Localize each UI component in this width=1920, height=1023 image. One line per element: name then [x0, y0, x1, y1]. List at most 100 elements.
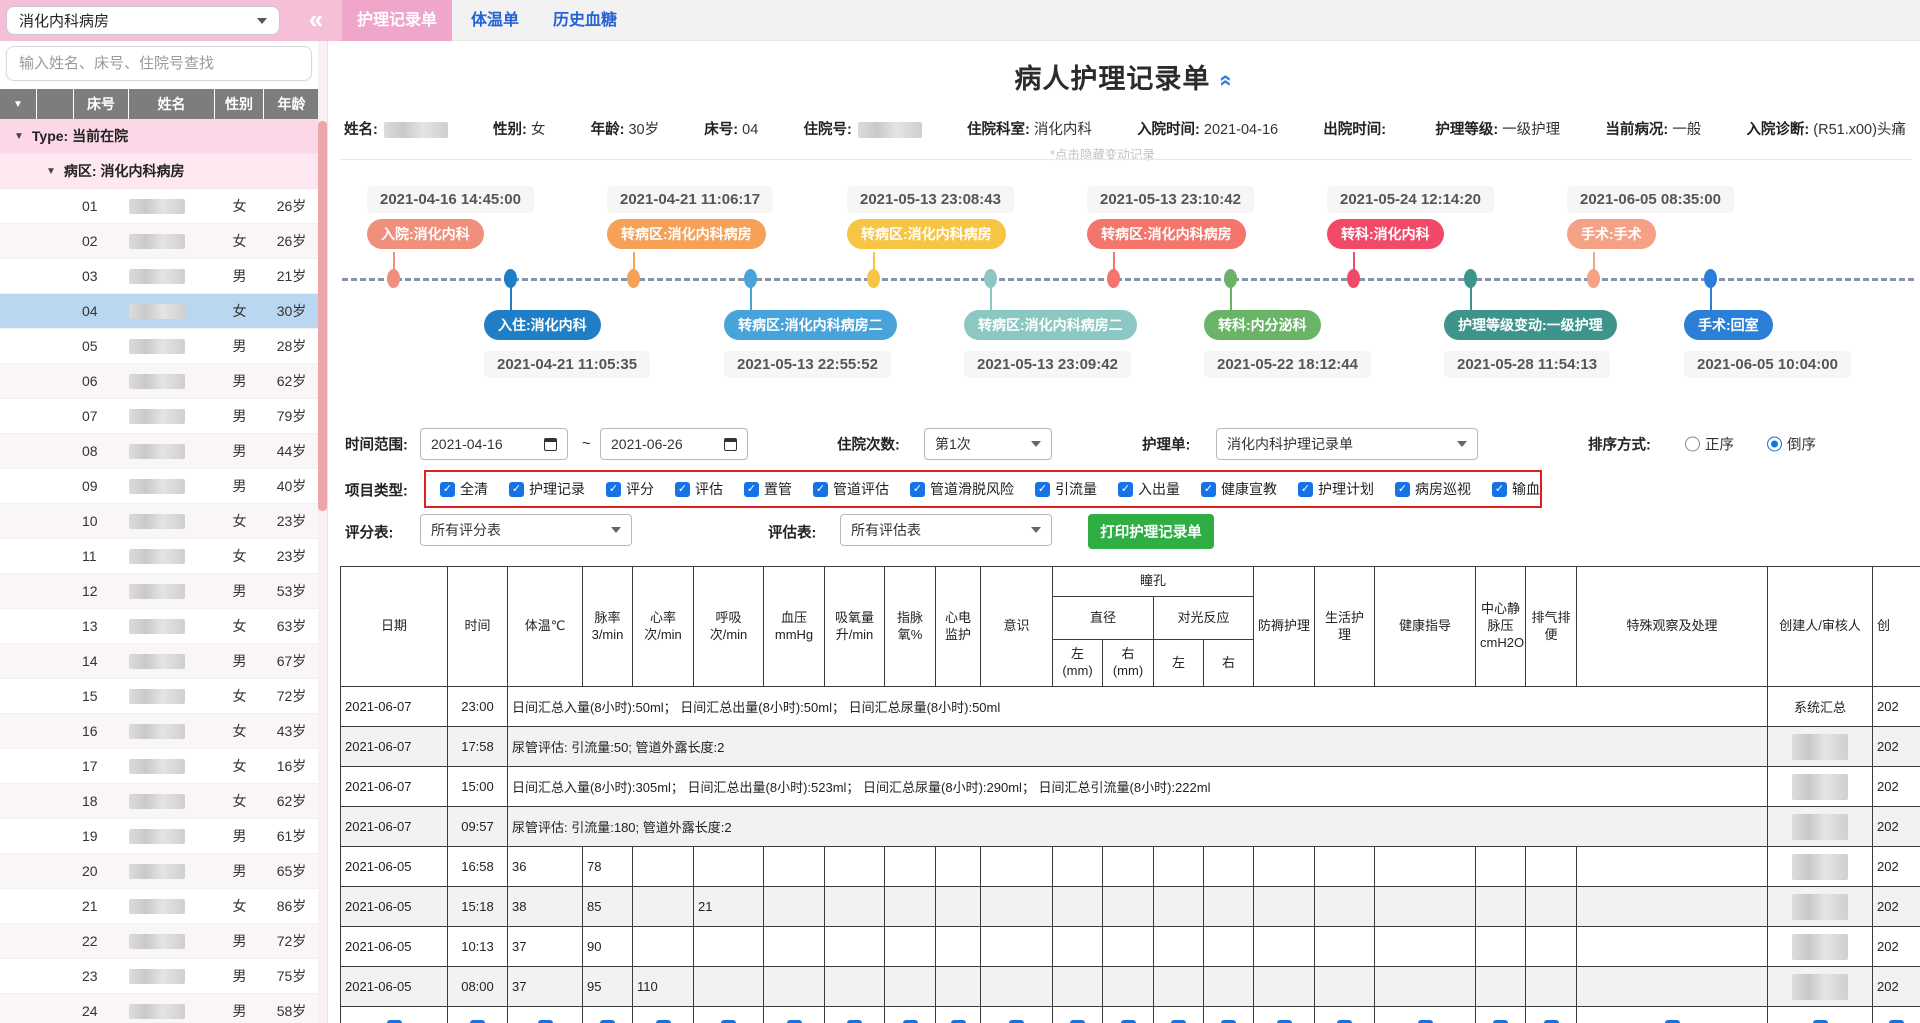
timeline-event-badge[interactable]: 转科:内分泌科 [1204, 310, 1321, 340]
patient-row[interactable]: 09男40岁 [0, 469, 319, 504]
sheet-select[interactable]: 消化内科护理记录单 [1216, 428, 1478, 460]
search-input[interactable] [6, 46, 312, 81]
patient-row[interactable]: 01女26岁 [0, 189, 319, 224]
patient-row[interactable]: 14男67岁 [0, 644, 319, 679]
calendar-icon[interactable] [544, 438, 557, 451]
patient-row[interactable]: 18女62岁 [0, 784, 319, 819]
patient-name-blurred [129, 268, 215, 285]
patient-row[interactable]: 07男79岁 [0, 399, 319, 434]
checkbox-checked-icon[interactable]: ✓ [1298, 482, 1313, 497]
patient-name-blurred [129, 723, 215, 740]
sidebar-scrollbar-thumb[interactable] [318, 121, 327, 511]
patient-row[interactable]: 23男75岁 [0, 959, 319, 994]
item-type-checkbox[interactable]: ✓护理计划 [1298, 479, 1374, 499]
checkbox-checked-icon[interactable]: ✓ [1035, 482, 1050, 497]
filter-column-header[interactable]: ▼ [0, 89, 37, 119]
checkbox-checked-icon[interactable]: ✓ [1118, 482, 1133, 497]
patient-row[interactable]: 16女43岁 [0, 714, 319, 749]
tab-blood-glucose-history[interactable]: 历史血糖 [545, 0, 625, 41]
patient-row[interactable]: 10女23岁 [0, 504, 319, 539]
score-select[interactable]: 所有评分表 [420, 514, 632, 546]
assess-select[interactable]: 所有评估表 [840, 514, 1052, 546]
patient-row[interactable]: 21女86岁 [0, 889, 319, 924]
patient-row[interactable]: 04女30岁 [0, 294, 319, 329]
col-special: 特殊观察及处理 [1577, 567, 1768, 687]
sort-desc-radio[interactable]: 倒序 [1767, 434, 1816, 455]
patient-row[interactable]: 15女72岁 [0, 679, 319, 714]
timeline-event-badge[interactable]: 转科:消化内科 [1327, 219, 1444, 249]
item-type-checkbox[interactable]: ✓管道评估 [813, 479, 889, 499]
checkbox-checked-icon[interactable]: ✓ [813, 482, 828, 497]
calendar-icon[interactable] [724, 438, 737, 451]
patient-row[interactable]: 12男53岁 [0, 574, 319, 609]
timeline-event-badge[interactable]: 入院:消化内科 [367, 219, 484, 249]
date-to-input[interactable]: 2021-06-26 [600, 428, 748, 460]
timeline-event-badge[interactable]: 转病区:消化内科病房二 [724, 310, 897, 340]
print-record-button[interactable]: 打印护理记录单 [1088, 514, 1214, 549]
timeline-event-badge[interactable]: 转病区:消化内科病房二 [964, 310, 1137, 340]
tab-nursing-record[interactable]: 护理记录单 [342, 0, 452, 41]
patient-row[interactable]: 11女23岁 [0, 539, 319, 574]
timeline-event-badge[interactable]: 手术:回室 [1684, 310, 1773, 340]
date-from-input[interactable]: 2021-04-16 [420, 428, 568, 460]
item-type-checkbox[interactable]: ✓评分 [606, 479, 654, 499]
item-type-checkbox[interactable]: ✓健康宣教 [1201, 479, 1277, 499]
item-type-checkbox[interactable]: ✓评估 [675, 479, 723, 499]
checkbox-checked-icon[interactable]: ✓ [509, 482, 524, 497]
timeline-event-badge[interactable]: 转病区:消化内科病房 [1087, 219, 1246, 249]
patient-gender: 男 [215, 266, 264, 286]
checkbox-checked-icon[interactable]: ✓ [910, 482, 925, 497]
patient-name-blurred [129, 1003, 215, 1020]
sort-asc-radio[interactable]: 正序 [1685, 434, 1734, 455]
item-type-checkbox[interactable]: ✓病房巡视 [1395, 479, 1471, 499]
patient-row[interactable]: 03男21岁 [0, 259, 319, 294]
timeline-event-badge[interactable]: 转病区:消化内科病房 [607, 219, 766, 249]
patient-row[interactable]: 24男58岁 [0, 994, 319, 1023]
item-type-checkbox[interactable]: ✓入出量 [1118, 479, 1180, 499]
patient-row[interactable]: 17女16岁 [0, 749, 319, 784]
patient-row[interactable]: 05男28岁 [0, 329, 319, 364]
patient-row[interactable]: 08男44岁 [0, 434, 319, 469]
radio-icon[interactable] [1685, 437, 1700, 452]
item-type-checkbox[interactable]: ✓全清 [440, 479, 488, 499]
patient-row[interactable]: 02女26岁 [0, 224, 319, 259]
timeline-event-badge[interactable]: 手术:手术 [1567, 219, 1656, 249]
age-column-header[interactable]: 年龄 [264, 89, 319, 119]
item-type-checkbox[interactable]: ✓护理记录 [509, 479, 585, 499]
gender-column-header[interactable]: 性别 [215, 89, 264, 119]
patient-row[interactable]: 19男61岁 [0, 819, 319, 854]
checkbox-checked-icon[interactable]: ✓ [1395, 482, 1410, 497]
patient-row[interactable]: 06男62岁 [0, 364, 319, 399]
checkbox-checked-icon[interactable]: ✓ [440, 482, 455, 497]
bed-column-header[interactable]: 床号 [74, 89, 129, 119]
patient-row[interactable]: 22男72岁 [0, 924, 319, 959]
patient-row[interactable]: 20男65岁 [0, 854, 319, 889]
timeline-event-badge[interactable]: 转病区:消化内科病房 [847, 219, 1006, 249]
item-type-checkbox[interactable]: ✓引流量 [1035, 479, 1097, 499]
checkbox-checked-icon[interactable]: ✓ [744, 482, 759, 497]
visits-select[interactable]: 第1次 [924, 428, 1052, 460]
collapse-sidebar-button[interactable]: « [296, 0, 336, 41]
timeline-event-badge[interactable]: 入住:消化内科 [484, 310, 601, 340]
checkbox-checked-icon[interactable]: ✓ [1492, 482, 1507, 497]
radio-icon[interactable] [1767, 437, 1782, 452]
group-row-type[interactable]: ▼ Type: 当前在院 [0, 119, 319, 154]
checkbox-checked-icon[interactable]: ✓ [675, 482, 690, 497]
patient-row[interactable]: 13女63岁 [0, 609, 319, 644]
tab-temperature-sheet[interactable]: 体温单 [460, 0, 530, 41]
item-type-checkbox[interactable]: ✓输血 [1492, 479, 1540, 499]
collapse-up-icon[interactable]: « [1214, 74, 1240, 87]
group-row-ward[interactable]: ▼ 病区: 消化内科病房 [0, 154, 319, 189]
name-column-header[interactable]: 姓名 [129, 89, 215, 119]
checkbox-checked-icon[interactable]: ✓ [1201, 482, 1216, 497]
sidebar-scrollbar[interactable] [318, 41, 327, 1023]
record-row: 2021-06-0709:57尿管评估: 引流量:180; 管道外露长度:220… [341, 807, 1920, 847]
checkbox-checked-icon[interactable]: ✓ [606, 482, 621, 497]
item-type-checkbox[interactable]: ✓管道滑脱风险 [910, 479, 1014, 499]
timeline-event-badge[interactable]: 护理等级变动:一级护理 [1444, 310, 1617, 340]
item-type-checkbox[interactable]: ✓置管 [744, 479, 792, 499]
timeline-event: 2021-05-24 12:14:20转科:消化内科 [1327, 186, 1494, 249]
patient-info-field: 住院科室:消化内科 [967, 118, 1092, 139]
ward-select[interactable]: 消化内科病房 [6, 6, 280, 35]
date-to-value: 2021-06-26 [611, 436, 683, 452]
